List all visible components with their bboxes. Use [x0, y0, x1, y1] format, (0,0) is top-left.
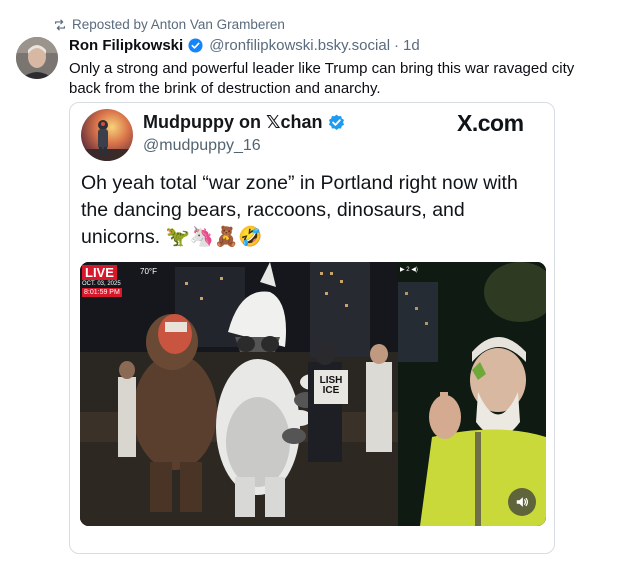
embedded-post-card[interactable]: Mudpuppy on 𝕏chan @mudpuppy_16 X.com Oh …: [69, 102, 555, 554]
author-name[interactable]: Ron Filipkowski: [69, 37, 183, 54]
embed-author-name[interactable]: Mudpuppy on 𝕏chan: [143, 112, 322, 133]
video-time: 8:01:59 PM: [82, 288, 122, 297]
video-frame: [80, 262, 546, 526]
embed-text: Oh yeah total “war zone” in Portland rig…: [81, 172, 518, 248]
temperature: 70°F: [140, 267, 157, 276]
embed-verified-icon: [329, 114, 345, 130]
live-badge: LIVE: [82, 265, 117, 280]
avatar[interactable]: [16, 37, 58, 79]
post-header: Ron Filipkowski @ronfilipkowski.bsky.soc…: [69, 37, 420, 54]
post-age[interactable]: 1d: [403, 37, 420, 54]
repost-indicator[interactable]: Reposted by Anton Van Gramberen: [53, 17, 285, 32]
separator: ·: [394, 37, 400, 54]
source-label: X.com: [457, 110, 524, 136]
embed-author-row: Mudpuppy on 𝕏chan: [143, 112, 345, 133]
author-handle[interactable]: @ronfilipkowski.bsky.social: [209, 37, 390, 54]
repost-text[interactable]: Reposted by Anton Van Gramberen: [72, 17, 285, 32]
repost-icon: [55, 19, 65, 30]
video-date: OCT. 03, 2025: [82, 281, 121, 287]
speaker-icon: [516, 497, 529, 507]
embed-handle[interactable]: @mudpuppy_16: [143, 137, 261, 155]
embed-avatar[interactable]: [81, 109, 133, 161]
verified-badge-icon: [188, 38, 203, 53]
mute-button[interactable]: [508, 488, 536, 516]
protest-sign-text: LISH ICE: [319, 375, 343, 396]
post-text: Only a strong and powerful leader like T…: [69, 60, 575, 97]
embedded-video[interactable]: LIVE 70°F OCT. 03, 2025 8:01:59 PM ▶ 2 ◀…: [80, 262, 546, 526]
clip-indicator: ▶ 2 ◀): [400, 267, 418, 273]
